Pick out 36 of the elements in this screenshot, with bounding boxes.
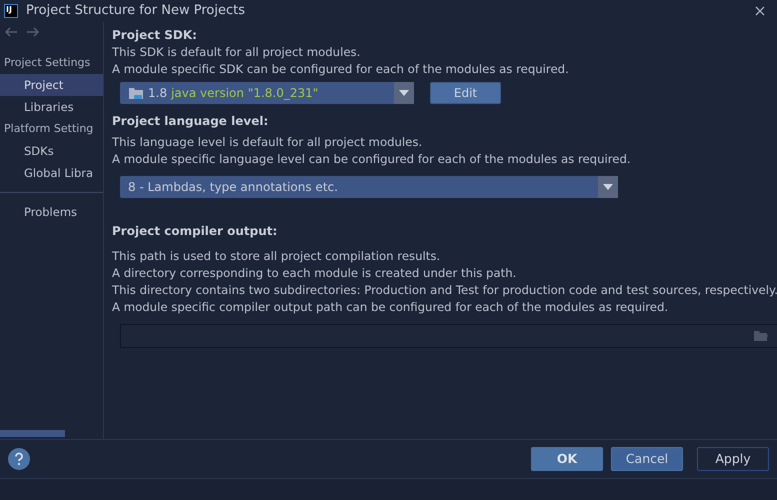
sidebar-item[interactable]: SDKs — [0, 140, 103, 162]
sdk-dropdown[interactable]: 1.8 java version "1.8.0_231" — [120, 82, 414, 104]
help-icon[interactable] — [8, 448, 30, 470]
section-heading: Project compiler output: — [112, 223, 278, 240]
description-text: This SDK is default for all project modules. — [112, 44, 362, 61]
folder-icon[interactable] — [752, 330, 769, 342]
sidebar-heading: Project Settings — [3, 55, 92, 71]
description-text: A module specific SDK can be configured for each of the modules as required. — [112, 61, 570, 78]
close-icon[interactable] — [755, 6, 765, 16]
scrollbar-thumb[interactable] — [0, 430, 65, 437]
app-logo-icon: IJ — [4, 4, 18, 18]
language-level-dropdown[interactable]: 8 - Lambdas, type annotations etc. — [120, 176, 618, 198]
back-arrow-icon[interactable] — [4, 26, 18, 38]
folder-icon — [128, 86, 144, 100]
description-text: A directory corresponding to each module is created under this path. — [112, 265, 518, 282]
description-text: This language level is default for all project modules. — [112, 134, 424, 151]
sidebar-heading: Platform Setting — [3, 121, 94, 137]
description-text: A module specific compiler output path can be configured for each of the modules as required. — [112, 299, 670, 316]
sidebar-item[interactable]: Project — [0, 74, 103, 96]
dialog-button[interactable]: Apply — [697, 447, 769, 471]
forward-arrow-icon[interactable] — [26, 26, 40, 38]
sidebar-item[interactable]: Libraries — [0, 96, 103, 118]
description-text: This directory contains two subdirectories: Production and Test for production code and test sources, respectively. — [112, 282, 777, 299]
description-text: A module specific language level can be configured for each of the modules as required. — [112, 151, 632, 168]
sidebar-item[interactable]: Global Libra — [0, 162, 103, 184]
description-text: This path is used to store all project compilation results. — [112, 248, 442, 265]
output-path-field[interactable] — [120, 324, 777, 348]
sidebar-item[interactable]: Problems — [0, 201, 103, 223]
edit-button[interactable]: Edit — [430, 82, 501, 104]
caret-icon — [603, 184, 613, 190]
caret-icon — [399, 90, 409, 96]
section-heading: Project SDK: — [112, 27, 198, 44]
section-heading: Project language level: — [112, 113, 270, 130]
window-title: Project Structure for New Projects — [26, 2, 245, 20]
dialog-button[interactable]: OK — [531, 447, 603, 471]
dialog-button[interactable]: Cancel — [611, 447, 683, 471]
